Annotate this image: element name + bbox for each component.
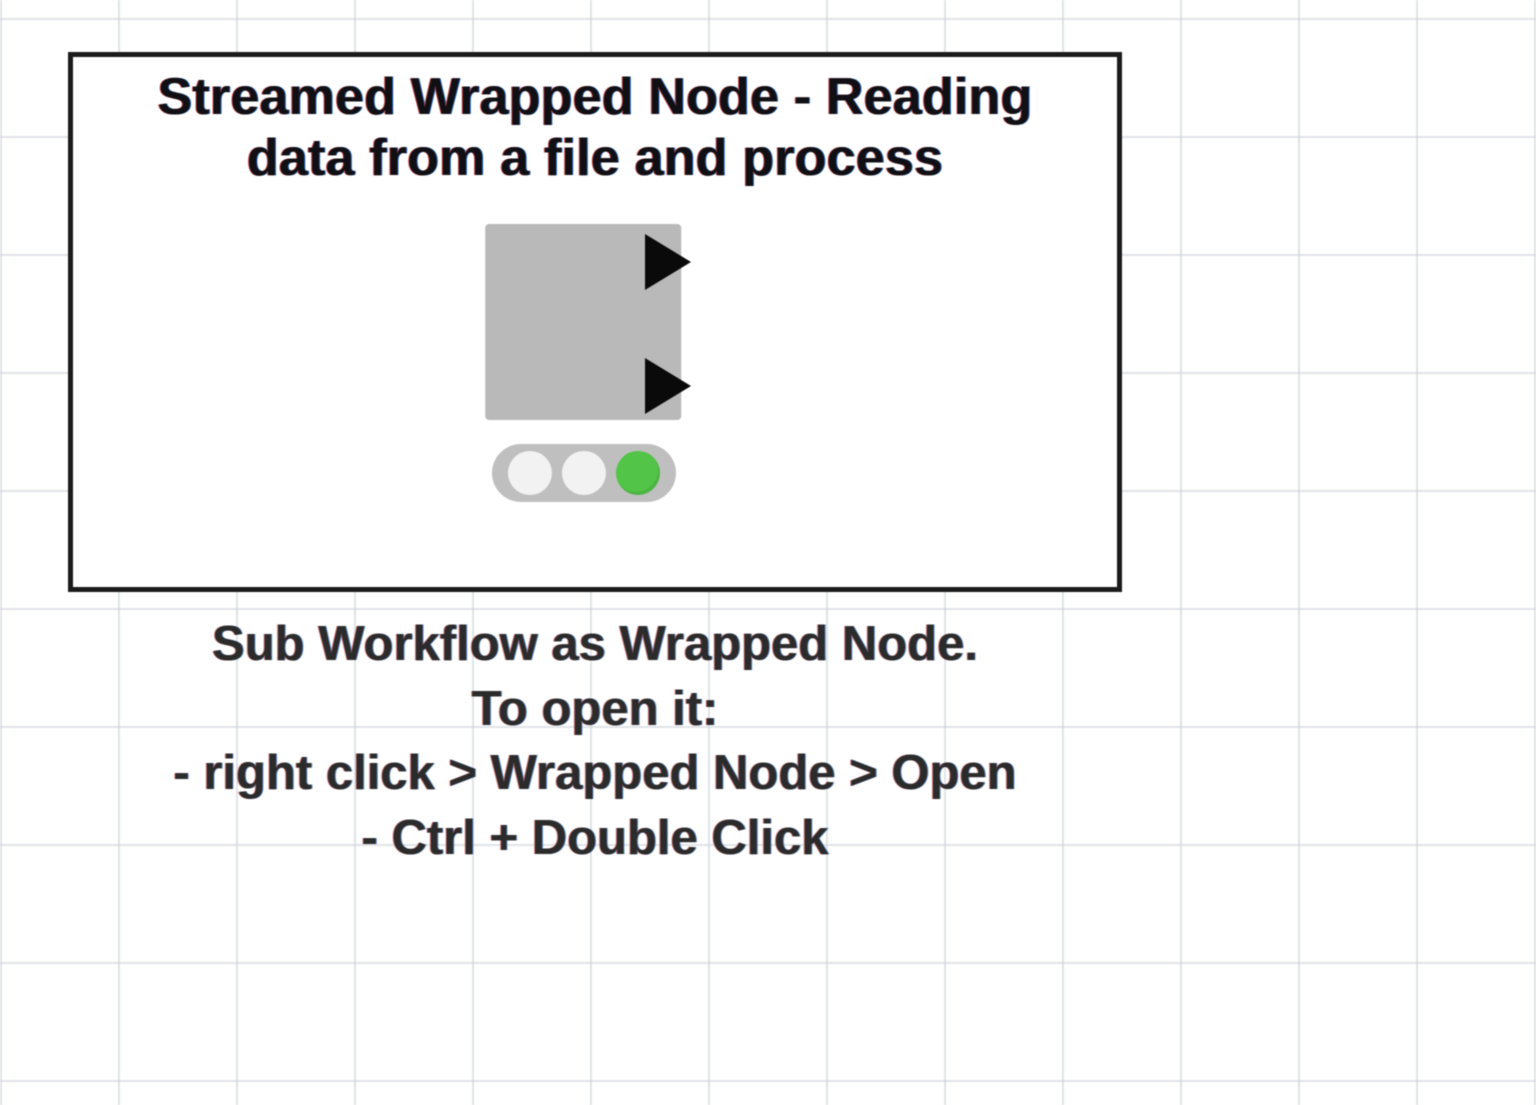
output-port-top-icon[interactable] — [645, 234, 691, 290]
wrapped-node[interactable]: Streamed Wrapped Node - Reading data fro… — [68, 52, 1122, 592]
node-title: Streamed Wrapped Node - Reading data fro… — [73, 57, 1117, 190]
caption-line1: Sub Workflow as Wrapped Node. — [212, 617, 978, 671]
node-body — [73, 190, 1117, 490]
caption-line3: - right click > Wrapped Node > Open — [173, 746, 1016, 800]
workflow-canvas[interactable]: Streamed Wrapped Node - Reading data fro… — [0, 0, 1536, 1105]
status-dot-1 — [508, 451, 552, 495]
node-status-traffic-light — [492, 444, 676, 502]
status-dot-3 — [616, 451, 660, 495]
node-title-line2: data from a file and process — [247, 129, 943, 187]
output-port-bottom-icon[interactable] — [645, 358, 691, 414]
caption-line4: - Ctrl + Double Click — [362, 811, 829, 865]
node-title-line1: Streamed Wrapped Node - Reading — [158, 68, 1033, 126]
status-dot-2 — [562, 451, 606, 495]
caption-line2: To open it: — [472, 682, 719, 736]
node-caption: Sub Workflow as Wrapped Node. To open it… — [50, 612, 1140, 871]
